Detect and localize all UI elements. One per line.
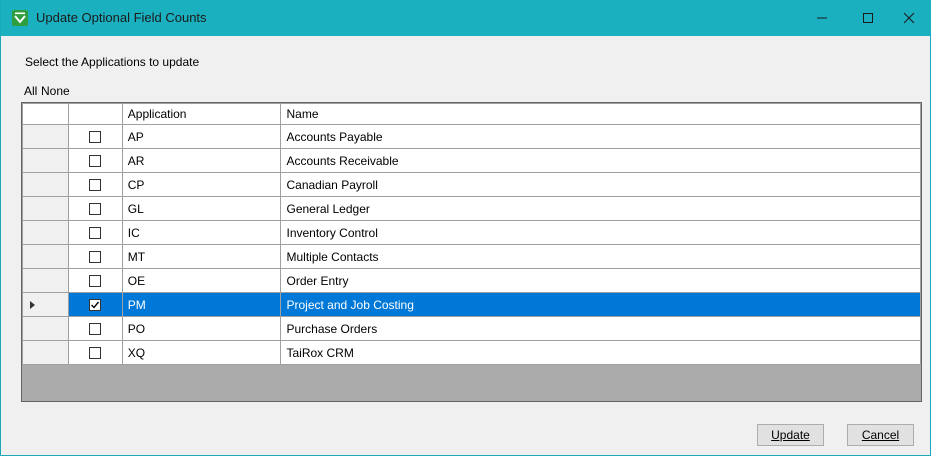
row-checkbox-cell: [67, 220, 123, 245]
title-bar[interactable]: Update Optional Field Counts: [1, 0, 931, 36]
row-header[interactable]: [22, 316, 69, 341]
row-checkbox-cell: [67, 172, 123, 197]
select-all-link[interactable]: All: [24, 84, 37, 98]
row-checkbox-cell: [67, 340, 123, 365]
maximize-icon: [863, 13, 873, 23]
table-row[interactable]: IC Inventory Control: [22, 220, 921, 245]
application-cell[interactable]: MT: [121, 244, 282, 269]
row-checkbox[interactable]: [89, 275, 102, 288]
table-row[interactable]: MT Multiple Contacts: [22, 244, 921, 269]
checkbox-column-header: [67, 103, 123, 125]
column-header-application[interactable]: Application: [121, 103, 282, 125]
table-row[interactable]: AP Accounts Payable: [22, 124, 921, 149]
row-checkbox[interactable]: [89, 251, 102, 264]
table-row[interactable]: PO Purchase Orders: [22, 316, 921, 341]
row-header-corner: [22, 103, 69, 125]
checkmark-icon: [91, 301, 100, 309]
row-header[interactable]: [22, 196, 69, 221]
application-cell[interactable]: GL: [121, 196, 282, 221]
row-checkbox-cell: [67, 148, 123, 173]
row-header[interactable]: [22, 268, 69, 293]
name-cell[interactable]: Purchase Orders: [280, 316, 921, 341]
application-cell[interactable]: AR: [121, 148, 282, 173]
applications-grid[interactable]: Application Name AP Accounts Payable AR Acc…: [21, 102, 922, 402]
table-row[interactable]: PM Project and Job Costing: [22, 292, 921, 317]
application-cell[interactable]: CP: [121, 172, 282, 197]
row-header[interactable]: [22, 220, 69, 245]
name-cell[interactable]: Accounts Payable: [280, 124, 921, 149]
minimize-icon: [817, 17, 827, 19]
row-checkbox-cell: [67, 292, 123, 317]
name-cell[interactable]: TaiRox CRM: [280, 340, 921, 365]
application-cell[interactable]: AP: [121, 124, 282, 149]
row-checkbox[interactable]: [89, 323, 102, 336]
name-cell[interactable]: Canadian Payroll: [280, 172, 921, 197]
application-cell[interactable]: OE: [121, 268, 282, 293]
app-logo-icon: [12, 10, 28, 26]
row-checkbox[interactable]: [89, 203, 102, 216]
application-cell[interactable]: IC: [121, 220, 282, 245]
row-checkbox-cell: [67, 268, 123, 293]
row-header[interactable]: [22, 292, 69, 317]
name-cell[interactable]: Accounts Receivable: [280, 148, 921, 173]
table-row[interactable]: XQ TaiRox CRM: [22, 340, 921, 365]
column-header-name[interactable]: Name: [280, 103, 921, 125]
row-checkbox-cell: [67, 316, 123, 341]
table-row[interactable]: CP Canadian Payroll: [22, 172, 921, 197]
application-cell[interactable]: PM: [121, 292, 282, 317]
row-checkbox[interactable]: [89, 299, 102, 312]
table-row[interactable]: GL General Ledger: [22, 196, 921, 221]
applications-table: Application Name AP Accounts Payable AR Acc…: [22, 103, 921, 365]
row-checkbox-cell: [67, 196, 123, 221]
name-cell[interactable]: General Ledger: [280, 196, 921, 221]
cancel-label: Cancel: [861, 428, 900, 442]
row-header[interactable]: [22, 340, 69, 365]
dialog-window: Update Optional Field Counts Select the …: [0, 0, 931, 456]
application-cell[interactable]: PO: [121, 316, 282, 341]
name-cell[interactable]: Inventory Control: [280, 220, 921, 245]
close-button[interactable]: [886, 0, 931, 36]
name-cell[interactable]: Order Entry: [280, 268, 921, 293]
minimize-button[interactable]: [799, 0, 845, 36]
name-cell[interactable]: Multiple Contacts: [280, 244, 921, 269]
table-row[interactable]: OE Order Entry: [22, 268, 921, 293]
cancel-button[interactable]: Cancel: [847, 424, 914, 446]
row-checkbox-cell: [67, 244, 123, 269]
close-icon: [903, 12, 915, 24]
row-header[interactable]: [22, 148, 69, 173]
row-checkbox[interactable]: [89, 347, 102, 360]
table-row[interactable]: AR Accounts Receivable: [22, 148, 921, 173]
row-checkbox[interactable]: [89, 155, 102, 168]
update-button[interactable]: Update: [757, 424, 824, 446]
row-header[interactable]: [22, 124, 69, 149]
maximize-button[interactable]: [845, 0, 891, 36]
instruction-label: Select the Applications to update: [25, 55, 200, 69]
row-checkbox-cell: [67, 124, 123, 149]
grid-header-row: Application Name: [22, 103, 921, 125]
select-none-link[interactable]: None: [41, 84, 70, 98]
row-header[interactable]: [22, 244, 69, 269]
name-cell[interactable]: Project and Job Costing: [280, 292, 921, 317]
row-header[interactable]: [22, 172, 69, 197]
window-title: Update Optional Field Counts: [36, 10, 207, 25]
update-label: Update: [771, 428, 810, 442]
current-row-pointer-icon: [30, 301, 35, 310]
row-checkbox[interactable]: [89, 227, 102, 240]
application-cell[interactable]: XQ: [121, 340, 282, 365]
row-checkbox[interactable]: [89, 131, 102, 144]
row-checkbox[interactable]: [89, 179, 102, 192]
